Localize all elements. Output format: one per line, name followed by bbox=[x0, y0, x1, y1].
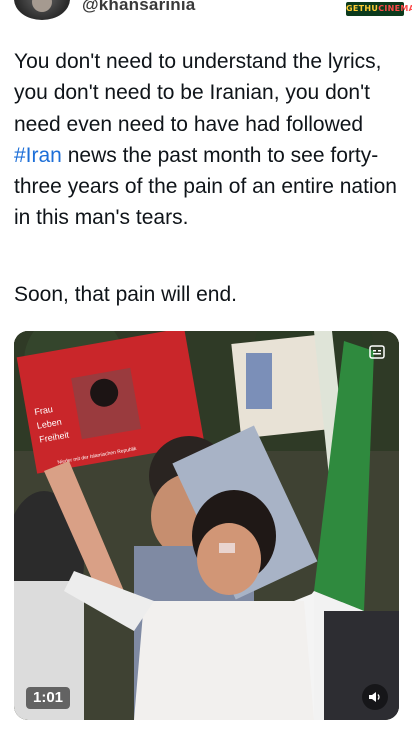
mute-button[interactable] bbox=[362, 684, 388, 710]
hashtag-link[interactable]: #Iran bbox=[14, 144, 62, 167]
video-duration: 1:01 bbox=[26, 687, 71, 709]
speaker-icon bbox=[369, 692, 380, 702]
caption-icon[interactable] bbox=[369, 345, 385, 359]
tweet-text-part: You don't need to understand the lyrics,… bbox=[14, 50, 382, 136]
avatar[interactable] bbox=[14, 0, 70, 20]
tweet-header: @khansarinia GETHUCINEMA bbox=[0, 0, 412, 30]
video-frame: Frau Leben Freiheit Nieder mit der Islam… bbox=[14, 331, 399, 720]
tweet-text: You don't need to understand the lyrics,… bbox=[14, 46, 399, 234]
tweet-text-part: news the past month to see forty-three y… bbox=[14, 143, 397, 230]
video-player[interactable]: Frau Leben Freiheit Nieder mit der Islam… bbox=[14, 331, 399, 720]
user-handle[interactable]: @khansarinia bbox=[82, 0, 195, 15]
watermark-logo: GETHUCINEMA bbox=[346, 2, 412, 16]
tweet-text-second: Soon, that pain will end. bbox=[14, 283, 237, 306]
